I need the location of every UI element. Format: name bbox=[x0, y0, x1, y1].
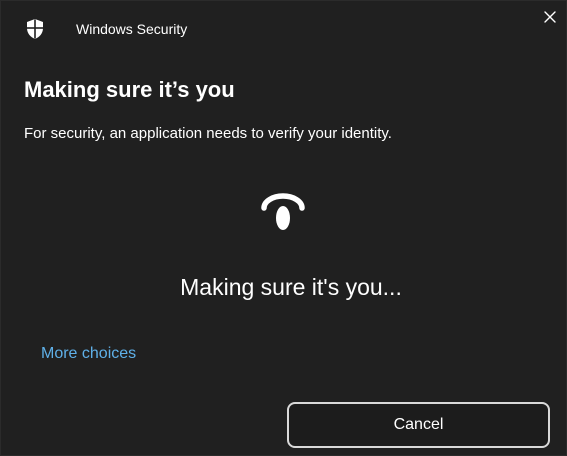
dialog-description: For security, an application needs to ve… bbox=[24, 125, 392, 142]
windows-security-dialog: Windows Security Making sure it’s you Fo… bbox=[0, 0, 567, 456]
face-scan-spinner-icon bbox=[257, 191, 309, 233]
close-icon bbox=[543, 10, 557, 29]
more-choices-link[interactable]: More choices bbox=[41, 344, 136, 364]
status-text: Making sure it's you... bbox=[180, 274, 402, 300]
close-button[interactable] bbox=[534, 3, 566, 35]
title-bar: Windows Security bbox=[1, 1, 567, 57]
dialog-heading: Making sure it’s you bbox=[24, 77, 235, 102]
shield-icon bbox=[25, 18, 45, 40]
app-title: Windows Security bbox=[76, 21, 188, 37]
cancel-button[interactable]: Cancel bbox=[287, 402, 550, 448]
